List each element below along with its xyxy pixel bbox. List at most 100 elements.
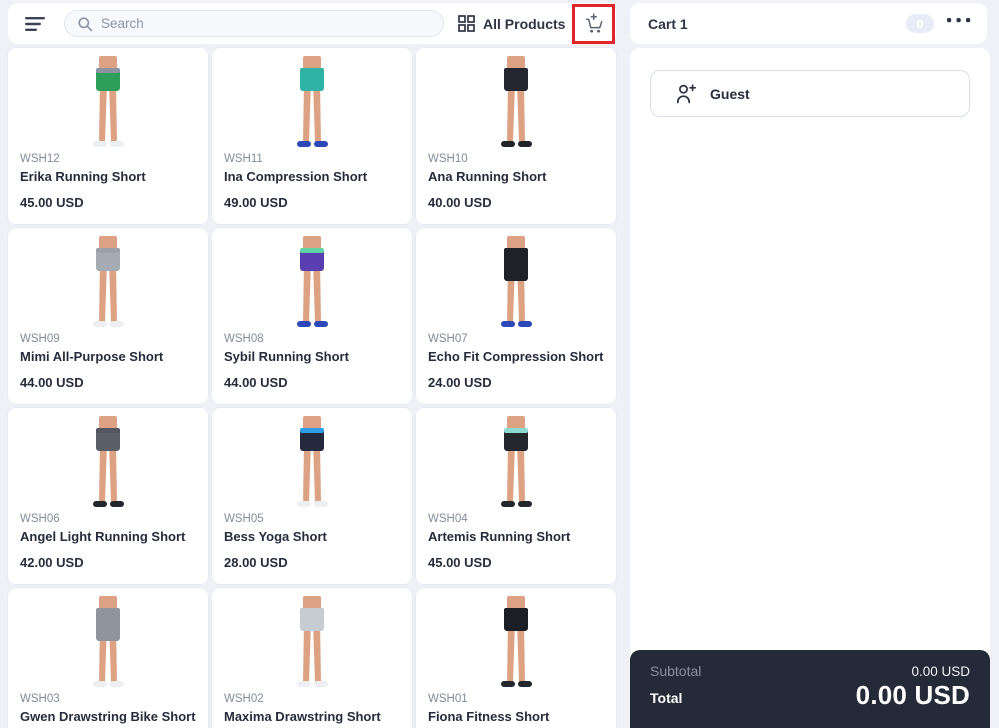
product-name: Fiona Fitness Short xyxy=(428,709,550,724)
customer-button[interactable]: Guest xyxy=(650,70,970,117)
product-name: Artemis Running Short xyxy=(428,529,571,544)
product-name: Ina Compression Short xyxy=(224,169,368,184)
product-image xyxy=(416,48,616,151)
pos-app: All Products Cart 1 0 xyxy=(0,0,999,728)
product-price: 45.00 USD xyxy=(428,555,492,570)
product-sku: WSH10 xyxy=(428,153,468,165)
subtotal-label: Subtotal xyxy=(650,663,702,679)
product-image xyxy=(212,228,412,331)
product-photo-placeholder xyxy=(501,596,532,687)
product-price: 44.00 USD xyxy=(20,375,84,390)
subtotal-row: Subtotal 0.00 USD xyxy=(650,663,970,679)
product-name: Echo Fit Compression Short xyxy=(428,349,604,364)
product-image xyxy=(416,408,616,511)
product-photo-placeholder xyxy=(501,416,532,507)
product-sku: WSH05 xyxy=(224,513,264,525)
product-name: Ana Running Short xyxy=(428,169,547,184)
product-image xyxy=(416,588,616,691)
product-sku: WSH11 xyxy=(224,153,263,165)
product-price: 49.00 USD xyxy=(224,195,288,210)
product-name: Angel Light Running Short xyxy=(20,529,186,544)
cart-plus-icon xyxy=(585,13,602,33)
product-name: Sybil Running Short xyxy=(224,349,349,364)
product-sku: WSH02 xyxy=(224,693,264,705)
total-label: Total xyxy=(650,690,683,706)
hamburger-icon xyxy=(25,16,45,31)
product-photo-placeholder xyxy=(93,56,124,147)
product-sku: WSH09 xyxy=(20,333,60,345)
product-name: Erika Running Short xyxy=(20,169,146,184)
ellipsis-icon xyxy=(947,18,971,23)
cart-tab-label: Cart 1 xyxy=(648,15,688,32)
product-sku: WSH12 xyxy=(20,153,60,165)
product-card[interactable]: WSH06 Angel Light Running Short 42.00 US… xyxy=(8,408,208,584)
product-name: Mimi All-Purpose Short xyxy=(20,349,164,364)
product-name: Gwen Drawstring Bike Short xyxy=(20,709,196,724)
hamburger-menu-button[interactable] xyxy=(21,10,51,38)
product-sku: WSH03 xyxy=(20,693,60,705)
product-card[interactable]: WSH08 Sybil Running Short 44.00 USD xyxy=(212,228,412,404)
top-bar-left: All Products xyxy=(8,3,616,44)
product-name: Maxima Drawstring Short xyxy=(224,709,381,724)
search-input[interactable] xyxy=(64,10,444,37)
product-sku: WSH08 xyxy=(224,333,264,345)
product-card[interactable]: WSH05 Bess Yoga Short 28.00 USD xyxy=(212,408,412,584)
product-image xyxy=(8,588,208,691)
product-card[interactable]: WSH10 Ana Running Short 40.00 USD xyxy=(416,48,616,224)
cart-items-empty-area xyxy=(630,140,990,650)
product-name: Bess Yoga Short xyxy=(224,529,327,544)
product-photo-placeholder xyxy=(297,236,328,327)
product-sku: WSH04 xyxy=(428,513,468,525)
product-price: 24.00 USD xyxy=(428,375,492,390)
product-photo-placeholder xyxy=(93,416,124,507)
product-image xyxy=(8,408,208,511)
product-price: 44.00 USD xyxy=(224,375,288,390)
total-row: Total 0.00 USD xyxy=(650,680,970,711)
product-image xyxy=(212,48,412,151)
product-price: 42.00 USD xyxy=(20,555,84,570)
customer-button-label: Guest xyxy=(710,85,750,102)
cart-tab[interactable]: Cart 1 0 xyxy=(630,3,987,44)
cart-panel: Guest Subtotal 0.00 USD Total 0.00 USD xyxy=(630,48,990,728)
product-sku: WSH01 xyxy=(428,693,468,705)
product-image xyxy=(212,408,412,511)
product-grid: WSH12 Erika Running Short 45.00 USD WSH1… xyxy=(8,48,616,728)
subtotal-value: 0.00 USD xyxy=(911,663,970,679)
product-sku: WSH07 xyxy=(428,333,468,345)
product-sku: WSH06 xyxy=(20,513,60,525)
product-photo-placeholder xyxy=(297,596,328,687)
product-price: 45.00 USD xyxy=(20,195,84,210)
product-card[interactable]: WSH02 Maxima Drawstring Short xyxy=(212,588,412,728)
product-image xyxy=(416,228,616,331)
total-value: 0.00 USD xyxy=(855,680,970,710)
product-card[interactable]: WSH03 Gwen Drawstring Bike Short xyxy=(8,588,208,728)
product-photo-placeholder xyxy=(93,236,124,327)
product-card[interactable]: WSH07 Echo Fit Compression Short 24.00 U… xyxy=(416,228,616,404)
product-card[interactable]: WSH01 Fiona Fitness Short xyxy=(416,588,616,728)
all-products-label: All Products xyxy=(483,15,566,32)
order-count-badge: 0 xyxy=(906,14,934,33)
product-image xyxy=(212,588,412,691)
add-to-cart-button[interactable] xyxy=(576,6,612,41)
order-summary-footer: Subtotal 0.00 USD Total 0.00 USD xyxy=(630,650,990,728)
product-photo-placeholder xyxy=(297,416,328,507)
search-box xyxy=(64,10,444,37)
product-image xyxy=(8,228,208,331)
search-icon xyxy=(78,16,93,31)
product-card[interactable]: WSH12 Erika Running Short 45.00 USD xyxy=(8,48,208,224)
product-photo-placeholder xyxy=(297,56,328,147)
product-card[interactable]: WSH11 Ina Compression Short 49.00 USD xyxy=(212,48,412,224)
more-options-button[interactable] xyxy=(941,11,977,29)
all-products-button[interactable]: All Products xyxy=(458,15,565,32)
product-price: 40.00 USD xyxy=(428,195,492,210)
add-to-cart-area xyxy=(572,3,615,44)
person-plus-icon xyxy=(676,84,697,104)
product-photo-placeholder xyxy=(501,236,532,327)
product-card[interactable]: WSH09 Mimi All-Purpose Short 44.00 USD xyxy=(8,228,208,404)
product-photo-placeholder xyxy=(93,596,124,687)
product-image xyxy=(8,48,208,151)
product-price: 28.00 USD xyxy=(224,555,288,570)
grid-icon xyxy=(458,15,475,32)
product-card[interactable]: WSH04 Artemis Running Short 45.00 USD xyxy=(416,408,616,584)
product-photo-placeholder xyxy=(501,56,532,147)
